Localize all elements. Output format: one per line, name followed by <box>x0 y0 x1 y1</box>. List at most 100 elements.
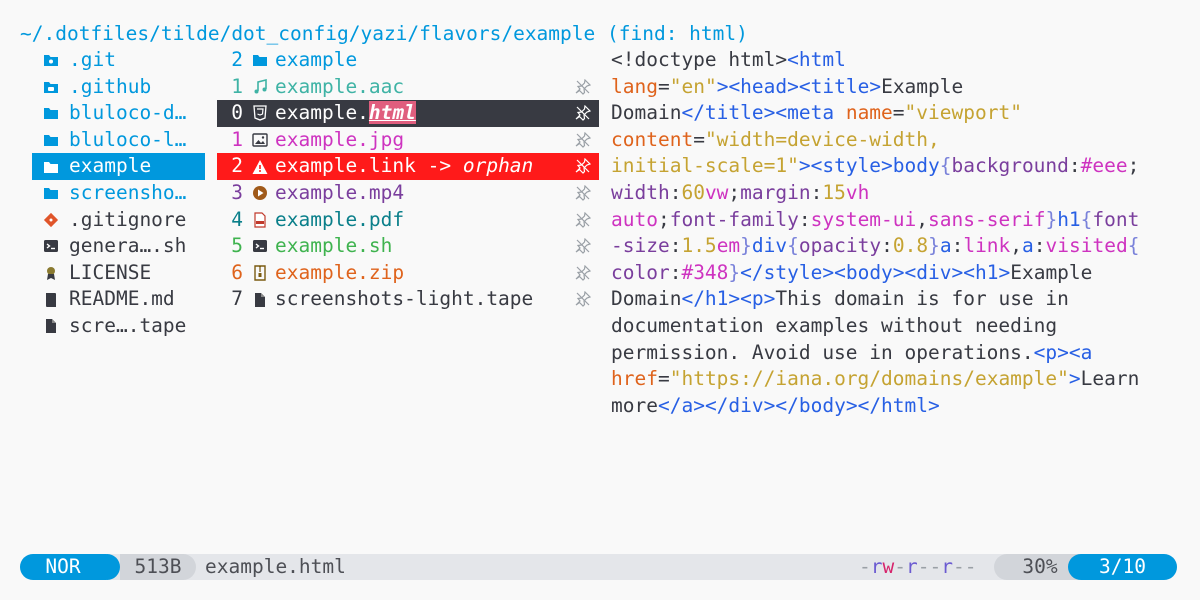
parent-item[interactable]: bluloco-d… <box>32 100 205 127</box>
file-name-text: example.sh <box>275 234 393 258</box>
code-token: <p> <box>740 287 776 311</box>
file-name: example.mp4 <box>275 180 404 207</box>
code-token: -size <box>611 234 670 258</box>
code-token: <body> <box>834 260 905 284</box>
code-token: h1 <box>1057 207 1081 231</box>
warning-icon <box>252 159 268 175</box>
code-token: , <box>916 207 929 231</box>
code-token: </h1> <box>681 287 741 311</box>
parent-item[interactable]: .git <box>32 47 205 74</box>
preview-line: Domain</title><meta name="viewport" <box>611 100 1181 127</box>
file-name: example.zip <box>275 260 404 287</box>
play-icon <box>252 185 268 201</box>
file-name: screenshots-light.tape <box>275 286 533 313</box>
code-token: Domain <box>611 287 682 311</box>
current-directory-pane[interactable]: 2 example 1 example.aac 0 example.html 1 exampl… <box>217 47 599 313</box>
parent-item[interactable]: example <box>32 153 205 180</box>
file-list-item[interactable]: 1 example.aac <box>217 74 599 101</box>
folder-icon <box>43 159 59 175</box>
parent-item[interactable]: .gitignore <box>32 207 205 234</box>
permission-char: - <box>894 555 906 578</box>
file-list-item[interactable]: 3 example.mp4 <box>217 180 599 207</box>
file-list-item[interactable]: 7 screenshots-light.tape <box>217 286 599 313</box>
file-permissions: -rw-r--r-- <box>859 554 977 580</box>
code-token: = <box>657 74 670 98</box>
unpinned-icon <box>575 238 591 255</box>
code-token: "width=device-width, <box>704 127 940 151</box>
code-token: #348 <box>681 260 729 284</box>
code-token: <h1> <box>963 260 1011 284</box>
html5-icon <box>252 105 268 122</box>
file-name-text: example <box>275 48 358 71</box>
code-token: #eee <box>1080 154 1128 178</box>
parent-item[interactable]: .github <box>32 74 205 101</box>
code-token: "viewport" <box>904 101 1022 125</box>
code-token: font <box>1092 207 1140 231</box>
zip-icon <box>252 265 268 281</box>
preview-line: color:#348}</style><body><div><h1>Exampl… <box>611 260 1181 287</box>
file-name: example.jpg <box>275 127 404 154</box>
parent-item[interactable]: screensho… <box>32 180 205 207</box>
folder-icon <box>43 132 59 148</box>
folder-icon <box>252 52 268 68</box>
code-token: : <box>669 260 682 284</box>
code-token: <meta <box>775 101 846 125</box>
code-token: div <box>751 234 788 258</box>
permission-char: r <box>906 555 918 578</box>
code-token: > <box>1068 367 1081 391</box>
relative-line-number: 6 <box>231 260 243 284</box>
code-token: <p> <box>1033 340 1069 364</box>
file-name-text: example.jpg <box>275 127 405 151</box>
code-token: = <box>693 127 705 151</box>
folder-icon <box>43 105 59 121</box>
file-list-item[interactable]: 1 example.jpg <box>217 127 599 154</box>
permission-char: - <box>859 555 871 578</box>
permission-char: r <box>941 555 953 578</box>
preview-line: <!doctype html><html <box>611 47 1181 74</box>
current-path-header: ~/.dotfiles/tilde/dot_config/yazi/flavor… <box>20 22 748 45</box>
code-token: <head> <box>728 74 799 98</box>
git-icon <box>43 212 59 228</box>
parent-item[interactable]: bluloco-l… <box>32 127 205 154</box>
code-token: : <box>798 207 811 231</box>
code-token: auto <box>611 207 658 231</box>
code-token: > <box>798 154 811 178</box>
parent-item[interactable]: README.md <box>32 286 205 313</box>
code-token: } <box>740 234 752 258</box>
code-token: <a <box>1068 340 1093 364</box>
code-token: margin <box>740 180 811 204</box>
code-token: <!doctype html> <box>611 48 788 71</box>
code-token: </style> <box>740 260 835 284</box>
code-token: { <box>939 154 952 178</box>
parent-item[interactable]: genera….sh <box>32 233 205 260</box>
relative-line-number: 2 <box>231 154 243 178</box>
file-name-text: example.link -> <box>275 154 463 178</box>
code-token: more <box>611 393 658 417</box>
code-token: sans-serif <box>928 207 1046 231</box>
file-list-item[interactable]: 5 example.sh <box>217 233 599 260</box>
parent-directory-pane[interactable]: .git .github bluloco-d… bluloco-l… example sc… <box>32 47 205 340</box>
code-token: Example <box>1010 260 1093 284</box>
unpinned-icon <box>575 184 591 201</box>
file-list-item[interactable]: 6 example.zip <box>217 260 599 287</box>
unpinned-icon <box>575 131 591 148</box>
file-list-item[interactable]: 4 example.pdf <box>217 207 599 234</box>
preview-line: auto;font-family:system-ui,sans-serif}h1… <box>611 207 1181 234</box>
relative-line-number: 3 <box>231 180 243 204</box>
file-name-text: example.mp4 <box>275 180 405 204</box>
code-token: 15 <box>822 180 846 204</box>
file-list-item[interactable]: 2 example.link -> orphan <box>217 153 599 180</box>
parent-item[interactable]: scre….tape <box>32 313 205 340</box>
file-name: example.pdf <box>275 207 404 234</box>
code-token: </title> <box>681 101 776 125</box>
code-token: "https://iana.org/domains/example" <box>669 367 1069 391</box>
relative-line-number: 7 <box>231 287 243 311</box>
code-token: content <box>611 127 694 151</box>
file-name: example <box>275 47 357 74</box>
permission-char: w <box>882 555 895 578</box>
relative-line-number: 0 <box>231 101 243 125</box>
file-name-text: example.pdf <box>275 207 405 231</box>
file-list-item[interactable]: 0 example.html <box>217 100 599 127</box>
parent-item[interactable]: LICENSE <box>32 260 205 287</box>
file-list-item[interactable]: 2 example <box>217 47 599 74</box>
